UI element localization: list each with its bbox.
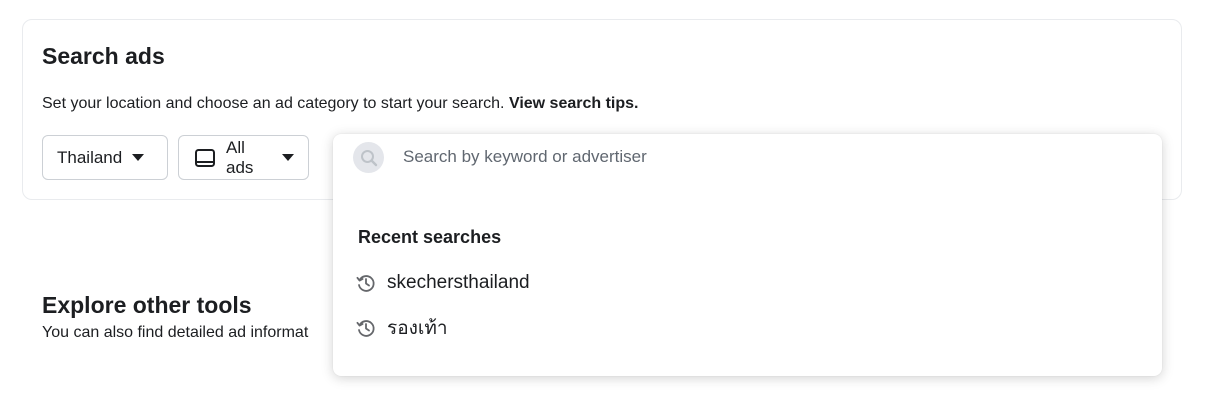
- explore-tools-description: You can also find detailed ad informat: [42, 324, 309, 341]
- search-ads-description: Set your location and choose an ad categ…: [42, 95, 638, 113]
- search-ads-description-text: Set your location and choose an ad categ…: [42, 95, 509, 112]
- recent-searches-heading: Recent searches: [358, 227, 502, 247]
- recent-search-label: รองเท้า: [387, 318, 448, 339]
- tablet-icon: [194, 147, 216, 169]
- country-selected-label: Thailand: [57, 147, 123, 167]
- caret-down-icon: [132, 154, 145, 161]
- search-ads-title: Search ads: [42, 43, 165, 69]
- category-selected-label: All ads: [226, 137, 254, 177]
- search-icon: [353, 142, 384, 173]
- search-input[interactable]: [403, 143, 1103, 171]
- recent-search-item[interactable]: skechersthailand: [355, 266, 1135, 300]
- ad-category-dropdown[interactable]: All ads: [178, 135, 309, 180]
- history-icon: [355, 272, 377, 294]
- recent-search-label: skechersthailand: [387, 272, 530, 293]
- ad-library-page: Search ads Set your location and choose …: [0, 0, 1206, 395]
- search-dropdown-panel: Recent searches skechersthailand รองเท้า: [333, 134, 1162, 376]
- view-search-tips-link[interactable]: View search tips.: [509, 95, 639, 112]
- history-icon: [355, 317, 377, 339]
- recent-search-item[interactable]: รองเท้า: [355, 311, 1135, 345]
- caret-down-icon: [282, 154, 294, 161]
- country-dropdown[interactable]: Thailand: [42, 135, 168, 180]
- explore-tools-title: Explore other tools: [42, 292, 252, 318]
- search-row: [333, 134, 1162, 180]
